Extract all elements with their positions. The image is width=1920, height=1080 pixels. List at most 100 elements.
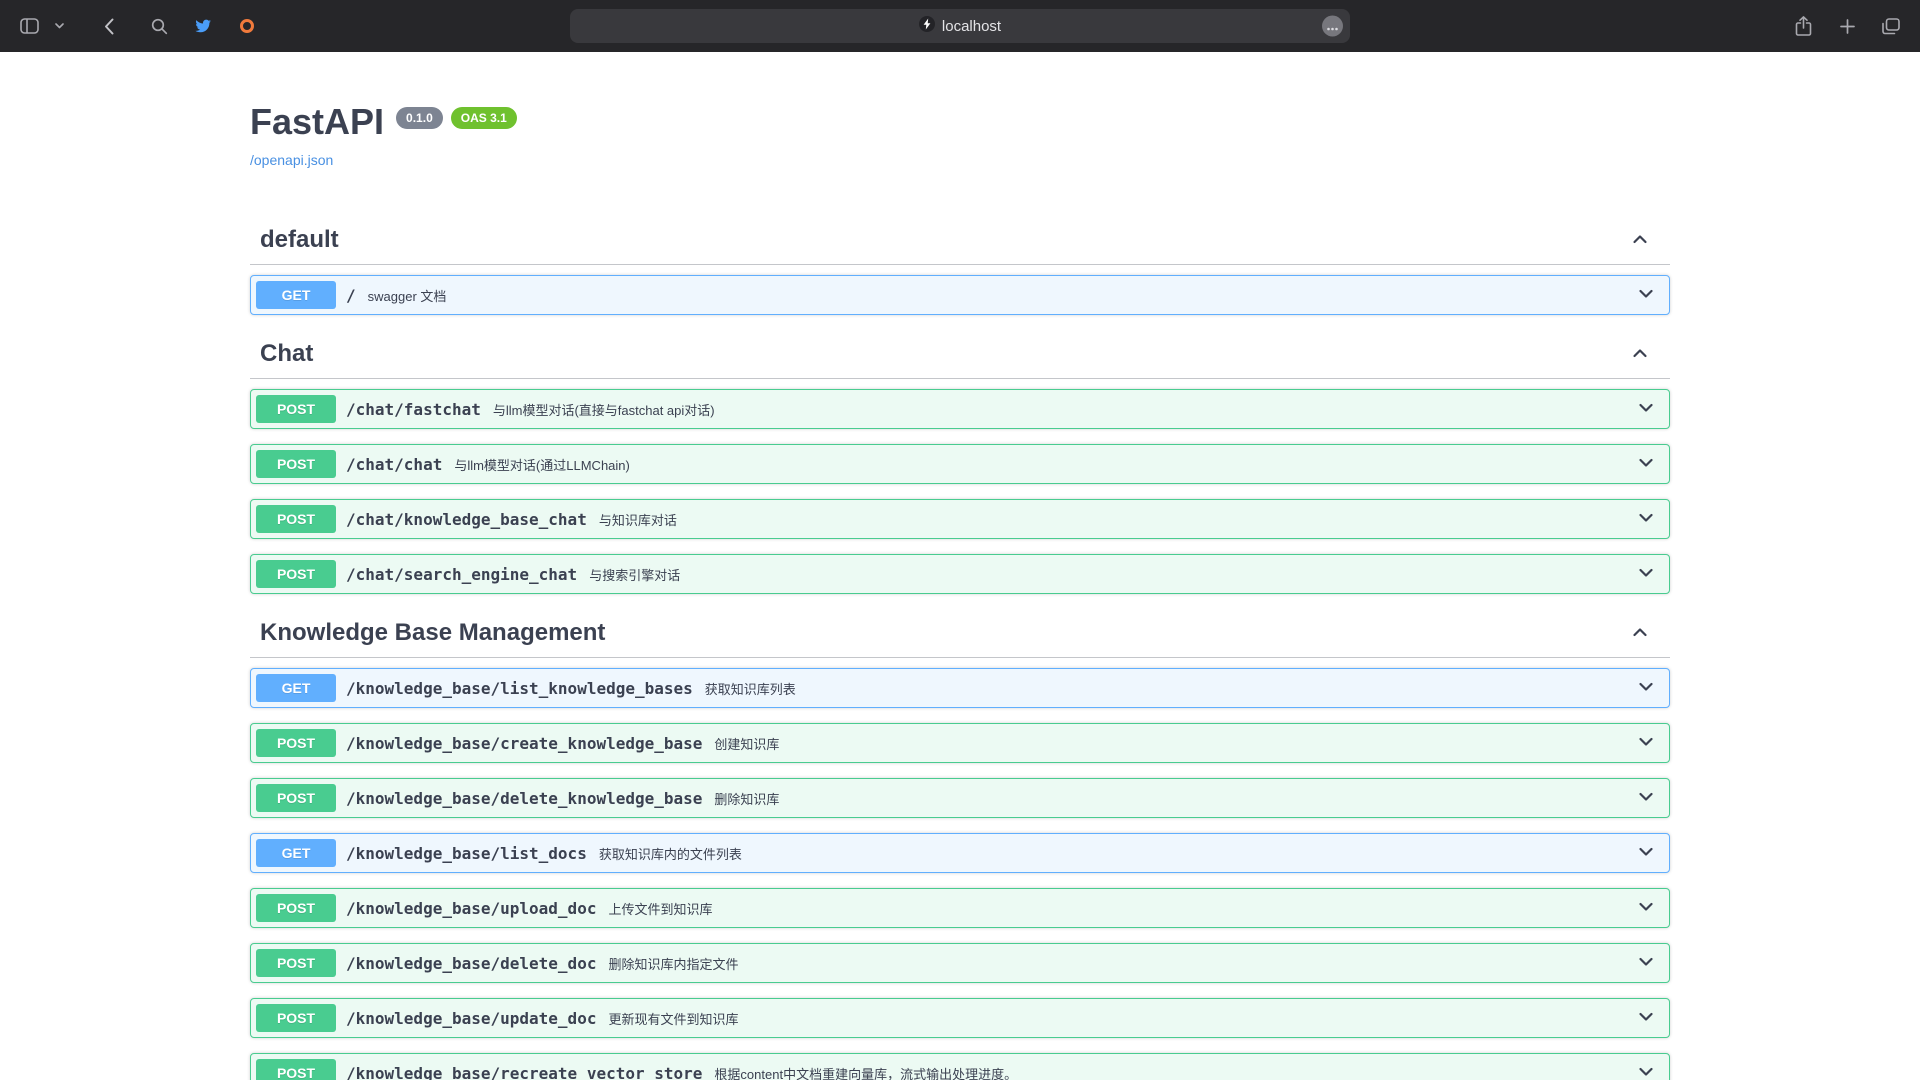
section-endpoints: POST/chat/fastchat与llm模型对话(直接与fastchat a… bbox=[250, 379, 1670, 594]
endpoint-summary: GET/knowledge_base/list_docs获取知识库内的文件列表 bbox=[251, 834, 1669, 872]
chevron-down-icon bbox=[1636, 1007, 1656, 1030]
chevron-up-icon bbox=[1630, 343, 1650, 366]
endpoint-row[interactable]: POST/knowledge_base/update_doc更新现有文件到知识库 bbox=[250, 998, 1670, 1038]
endpoint-row[interactable]: GET/knowledge_base/list_docs获取知识库内的文件列表 bbox=[250, 833, 1670, 873]
endpoint-description: 更新现有文件到知识库 bbox=[608, 1009, 1636, 1028]
page-menu-button[interactable] bbox=[1322, 16, 1343, 37]
endpoint-row[interactable]: GET/swagger 文档 bbox=[250, 275, 1670, 315]
browser-toolbar: localhost bbox=[0, 0, 1920, 52]
url-text: localhost bbox=[942, 18, 1001, 35]
endpoint-description: 上传文件到知识库 bbox=[608, 899, 1636, 918]
chevron-down-icon bbox=[1636, 508, 1656, 531]
orange-extension-icon bbox=[239, 18, 255, 34]
endpoint-path: /knowledge_base/create_knowledge_base bbox=[346, 734, 702, 753]
search-icon bbox=[151, 18, 168, 35]
address-bar[interactable]: localhost bbox=[570, 9, 1350, 43]
sidebar-toggle-button[interactable] bbox=[16, 9, 42, 43]
chevron-down-icon bbox=[55, 23, 64, 29]
endpoint-description: 与搜索引擎对话 bbox=[589, 565, 1636, 584]
endpoint-row[interactable]: POST/knowledge_base/create_knowledge_bas… bbox=[250, 723, 1670, 763]
endpoint-description: 获取知识库列表 bbox=[705, 679, 1636, 698]
chevron-down-icon bbox=[1636, 732, 1656, 755]
endpoint-description: 删除知识库 bbox=[714, 789, 1636, 808]
expand-endpoint-button[interactable] bbox=[1636, 897, 1656, 920]
section-title: Chat bbox=[260, 340, 313, 368]
expand-endpoint-button[interactable] bbox=[1636, 952, 1656, 975]
method-badge: POST bbox=[256, 894, 336, 922]
chevron-down-icon bbox=[1636, 1062, 1656, 1080]
endpoint-summary: POST/knowledge_base/delete_knowledge_bas… bbox=[251, 779, 1669, 817]
content-wrapper: FastAPI 0.1.0 OAS 3.1 /openapi.json defa… bbox=[230, 52, 1690, 1080]
endpoint-row[interactable]: POST/knowledge_base/recreate_vector_stor… bbox=[250, 1053, 1670, 1080]
endpoint-path: /knowledge_base/recreate_vector_store bbox=[346, 1064, 702, 1080]
api-section: Knowledge Base Management GET/knowledge_b… bbox=[250, 609, 1670, 1080]
endpoint-path: /knowledge_base/upload_doc bbox=[346, 899, 596, 918]
sidebar-menu-button[interactable] bbox=[46, 9, 72, 43]
expand-endpoint-button[interactable] bbox=[1636, 453, 1656, 476]
endpoint-summary: POST/knowledge_base/create_knowledge_bas… bbox=[251, 724, 1669, 762]
openapi-link[interactable]: /openapi.json bbox=[250, 152, 333, 168]
endpoint-row[interactable]: POST/knowledge_base/delete_doc删除知识库内指定文件 bbox=[250, 943, 1670, 983]
orange-extension-button[interactable] bbox=[234, 9, 260, 43]
endpoint-summary: POST/knowledge_base/recreate_vector_stor… bbox=[251, 1054, 1669, 1080]
endpoint-row[interactable]: POST/chat/search_engine_chat与搜索引擎对话 bbox=[250, 554, 1670, 594]
tab-overview-button[interactable] bbox=[1878, 9, 1904, 43]
endpoint-summary: POST/chat/knowledge_base_chat与知识库对话 bbox=[251, 500, 1669, 538]
site-favicon-icon bbox=[919, 16, 935, 37]
api-section: default GET/swagger 文档 bbox=[250, 216, 1670, 315]
expand-endpoint-button[interactable] bbox=[1636, 284, 1656, 307]
endpoint-path: /chat/fastchat bbox=[346, 400, 481, 419]
expand-endpoint-button[interactable] bbox=[1636, 563, 1656, 586]
expand-endpoint-button[interactable] bbox=[1636, 732, 1656, 755]
section-header[interactable]: Chat bbox=[250, 330, 1670, 379]
endpoint-path: / bbox=[346, 286, 356, 305]
section-title: Knowledge Base Management bbox=[260, 619, 605, 647]
expand-endpoint-button[interactable] bbox=[1636, 842, 1656, 865]
chevron-down-icon bbox=[1636, 398, 1656, 421]
endpoint-description: 根据content中文档重建向量库，流式输出处理进度。 bbox=[714, 1064, 1636, 1080]
section-title: default bbox=[260, 226, 339, 254]
endpoint-summary: GET/knowledge_base/list_knowledge_bases获… bbox=[251, 669, 1669, 707]
section-endpoints: GET/knowledge_base/list_knowledge_bases获… bbox=[250, 658, 1670, 1080]
expand-endpoint-button[interactable] bbox=[1636, 1007, 1656, 1030]
expand-endpoint-button[interactable] bbox=[1636, 398, 1656, 421]
method-badge: POST bbox=[256, 784, 336, 812]
endpoint-description: 获取知识库内的文件列表 bbox=[599, 844, 1636, 863]
endpoint-row[interactable]: POST/knowledge_base/upload_doc 上传文件到知识库 bbox=[250, 888, 1670, 928]
endpoint-row[interactable]: POST/chat/knowledge_base_chat与知识库对话 bbox=[250, 499, 1670, 539]
chevron-down-icon bbox=[1636, 842, 1656, 865]
blue-extension-button[interactable] bbox=[190, 9, 216, 43]
section-header[interactable]: default bbox=[250, 216, 1670, 265]
method-badge: POST bbox=[256, 1059, 336, 1080]
endpoint-row[interactable]: POST/chat/chat与llm模型对话(通过LLMChain) bbox=[250, 444, 1670, 484]
endpoint-row[interactable]: POST/chat/fastchat与llm模型对话(直接与fastchat a… bbox=[250, 389, 1670, 429]
expand-endpoint-button[interactable] bbox=[1636, 787, 1656, 810]
endpoint-description: 删除知识库内指定文件 bbox=[608, 954, 1636, 973]
expand-endpoint-button[interactable] bbox=[1636, 1062, 1656, 1080]
collapse-section-button[interactable] bbox=[1630, 229, 1650, 252]
section-endpoints: GET/swagger 文档 bbox=[250, 265, 1670, 315]
method-badge: POST bbox=[256, 1004, 336, 1032]
collapse-section-button[interactable] bbox=[1630, 343, 1650, 366]
share-icon bbox=[1795, 16, 1812, 36]
endpoint-row[interactable]: POST/knowledge_base/delete_knowledge_bas… bbox=[250, 778, 1670, 818]
section-header[interactable]: Knowledge Base Management bbox=[250, 609, 1670, 658]
endpoint-summary: POST/chat/chat与llm模型对话(通过LLMChain) bbox=[251, 445, 1669, 483]
endpoint-path: /knowledge_base/list_knowledge_bases bbox=[346, 679, 693, 698]
chevron-down-icon bbox=[1636, 677, 1656, 700]
chevron-up-icon bbox=[1630, 229, 1650, 252]
back-button[interactable] bbox=[96, 9, 122, 43]
sidebar-toggle-icon bbox=[20, 18, 39, 34]
new-tab-button[interactable] bbox=[1834, 9, 1860, 43]
search-button[interactable] bbox=[146, 9, 172, 43]
version-badge: 0.1.0 bbox=[396, 107, 443, 129]
expand-endpoint-button[interactable] bbox=[1636, 677, 1656, 700]
expand-endpoint-button[interactable] bbox=[1636, 508, 1656, 531]
chevron-down-icon bbox=[1636, 453, 1656, 476]
endpoint-summary: GET/swagger 文档 bbox=[251, 276, 1669, 314]
method-badge: POST bbox=[256, 395, 336, 423]
collapse-section-button[interactable] bbox=[1630, 622, 1650, 645]
share-button[interactable] bbox=[1790, 9, 1816, 43]
endpoint-row[interactable]: GET/knowledge_base/list_knowledge_bases获… bbox=[250, 668, 1670, 708]
method-badge: POST bbox=[256, 450, 336, 478]
